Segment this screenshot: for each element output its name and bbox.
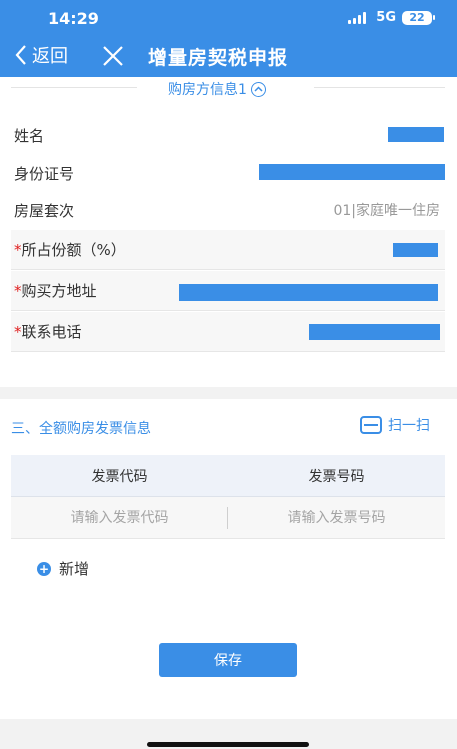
field-label: 身份证号 (14, 164, 75, 183)
signal-icon (348, 11, 367, 24)
field-name[interactable]: 姓名 (11, 116, 445, 154)
field-id-number[interactable]: 身份证号 (11, 154, 445, 192)
home-indicator[interactable] (147, 742, 309, 747)
nav-bar: 返回 增量房契税申报 (0, 36, 457, 77)
save-button[interactable]: 保存 (159, 643, 297, 677)
battery-tip (433, 15, 435, 20)
invoice-number-cell (228, 509, 445, 526)
scan-button[interactable]: 扫一扫 (360, 415, 430, 435)
network-label: 5G (376, 10, 396, 25)
field-house-count[interactable]: 房屋套次 01|家庭唯一住房 (11, 191, 445, 229)
status-indicators: 5G 22 (348, 10, 435, 25)
plus-circle-icon: + (37, 561, 51, 576)
chevron-up-icon (250, 81, 266, 97)
field-label: *购买方地址 (14, 282, 97, 300)
column-header: 发票代码 (91, 468, 148, 485)
invoice-code-cell (11, 509, 228, 526)
back-label: 返回 (32, 46, 68, 67)
chevron-left-icon (15, 45, 26, 65)
invoice-input-row (11, 497, 445, 539)
invoice-card: 三、全额购房发票信息 扫一扫 发票代码 发票号码 + 新增 保存 (0, 399, 457, 719)
page-title: 增量房契税申报 (148, 47, 289, 69)
field-label: 房屋套次 (14, 201, 75, 220)
redacted-value (259, 164, 445, 180)
scan-label: 扫一扫 (388, 418, 430, 434)
divider (227, 507, 228, 529)
field-share[interactable]: *所占份额（%） (11, 230, 445, 270)
invoice-number-input[interactable] (236, 509, 437, 526)
buyer-section-title: 购房方信息1 (168, 82, 247, 98)
field-buyer-address[interactable]: *购买方地址 (11, 271, 445, 311)
redacted-value (309, 324, 440, 340)
status-time: 14:29 (48, 9, 99, 28)
field-label: *所占份额（%） (14, 241, 126, 259)
close-icon[interactable] (101, 44, 125, 68)
field-value: 01|家庭唯一住房 (333, 203, 440, 219)
divider-line (11, 87, 137, 88)
scan-icon (360, 416, 382, 434)
redacted-value (179, 284, 438, 301)
column-header: 发票号码 (308, 468, 365, 485)
add-invoice-button[interactable]: + 新增 (37, 558, 89, 579)
redacted-value (393, 243, 438, 257)
invoice-table-header: 发票代码 发票号码 (11, 455, 445, 497)
redacted-value (388, 127, 444, 142)
bottom-area (0, 719, 457, 749)
app-header: 14:29 5G 22 返回 增量房契税申报 (0, 0, 457, 77)
buyer-section-toggle[interactable]: 购房方信息1 (168, 79, 266, 99)
invoice-section-title: 三、全额购房发票信息 (11, 421, 151, 437)
field-phone[interactable]: *联系电话 (11, 312, 445, 352)
battery-icon: 22 (402, 10, 432, 25)
divider-line (314, 87, 445, 88)
field-label: *联系电话 (14, 323, 82, 341)
invoice-code-input[interactable] (19, 509, 220, 526)
back-button[interactable]: 返回 (14, 42, 68, 68)
invoice-table: 发票代码 发票号码 (11, 455, 445, 539)
field-label: 姓名 (14, 126, 45, 145)
add-label: 新增 (59, 560, 90, 578)
status-bar: 14:29 5G 22 (0, 0, 457, 36)
buyer-section-header: 购房方信息1 (0, 77, 457, 103)
buyer-info-card: 购房方信息1 姓名 身份证号 房屋套次 01|家庭唯一住房 *所占份额（%） *… (0, 77, 457, 387)
